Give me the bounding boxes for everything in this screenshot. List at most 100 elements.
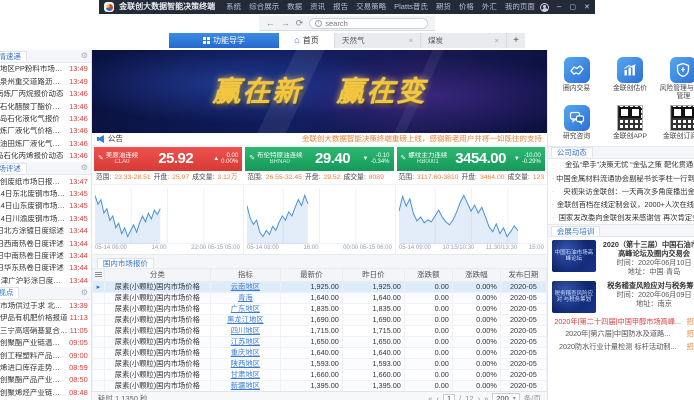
next-page-button[interactable]: › xyxy=(478,395,481,400)
news-list-item[interactable]: 青岛石化液化气报价 13:46 xyxy=(0,113,91,125)
news-list-item[interactable]: 5月14日川渝废钢市场快讯 13:45 xyxy=(0,212,91,224)
menu-item[interactable]: 报告 xyxy=(333,3,348,11)
close-button[interactable] xyxy=(584,3,590,12)
news-list-item[interactable]: 金联创工程塑料产品产业链... 09:00 xyxy=(0,349,91,361)
forward-icon[interactable]: → xyxy=(281,19,290,28)
first-page-button[interactable]: « xyxy=(428,395,432,400)
event-listing[interactable]: 2020年[第二十四届]中国甲醇市场高峰... 招商中 xyxy=(548,315,694,328)
table-row[interactable]: 尿素(小颗粒)国内市场价格 陕西地区 1,593.00 1,593.00 0.0… xyxy=(92,359,546,370)
news-list-item[interactable]: 5月14日东北废钢市场快讯 13:45 xyxy=(0,188,91,200)
table-row[interactable]: 尿素(小颗粒)国内市场价格 四川地区 1,715.00 1,715.00 0.0… xyxy=(92,326,546,337)
event-listing[interactable]: 2020防水行业计量检测 标杆活动制... 招商中 xyxy=(548,340,694,353)
company-news-item[interactable]: · 国家发改委向金联创发来感谢信 再次肯定金... xyxy=(548,211,694,224)
company-news-item[interactable]: · 央视采访金联创：一天两次多角度播出金... xyxy=(548,185,694,198)
news-list-item[interactable]: 14日中南热卷日度评述 13:44 xyxy=(0,249,91,261)
search-input[interactable] xyxy=(325,19,422,28)
cell-indicator-link[interactable]: 重庆地区 xyxy=(231,348,260,357)
event-card[interactable]: 中国石油市场高峰论坛 2020（第十三届）中国石油市场高峰论坛及圈内交易会 时间… xyxy=(548,237,694,278)
table-row[interactable]: 尿素(小颗粒)国内市场价格 江苏地区 1,650.00 1,650.00 0.0… xyxy=(92,337,546,348)
app-shortcut[interactable]: 研究咨询 xyxy=(551,105,602,141)
open-tab[interactable]: 天然气 × xyxy=(335,33,421,48)
section-tab[interactable]: 金视点 xyxy=(0,287,19,298)
news-list-item[interactable]: 胜利油田炼厂液化气行情动态 13:46 xyxy=(0,137,91,149)
page-size-select[interactable]: 200 xyxy=(492,393,520,400)
app-shortcut[interactable]: 金联创订阅号 xyxy=(658,105,694,141)
section-tab[interactable]: 市场评述 xyxy=(0,163,27,174)
cell-indicator-link[interactable]: 江苏地区 xyxy=(231,337,260,346)
table-row[interactable]: 尿素(小颗粒)国内市场价格 重庆地区 1,640.00 1,640.00 0.0… xyxy=(92,348,546,359)
tab-close-icon[interactable]: × xyxy=(495,37,499,45)
current-page-input[interactable]: 1 xyxy=(443,394,455,400)
cell-indicator-link[interactable]: 广东地区 xyxy=(231,304,260,313)
refresh-icon[interactable]: ⟳ xyxy=(296,19,304,28)
maximize-button[interactable] xyxy=(569,3,576,12)
news-list-item[interactable]: 14日西南热卷日度评述 13:44 xyxy=(0,237,91,249)
news-list-item[interactable]: 14日北方涂镀日度综述 13:44 xyxy=(0,225,91,237)
column-header[interactable]: 昨日价 xyxy=(342,269,404,282)
table-row[interactable]: 尿素(小颗粒)国内市场价格 广东地区 1,835.00 1,835.00 0.0… xyxy=(92,304,546,315)
table-row[interactable]: 尿素(小颗粒)国内市场价格 新疆地区 1,395.00 1,395.00 0.0… xyxy=(92,381,546,392)
app-shortcut[interactable]: 金联创估价 xyxy=(604,57,655,100)
menu-item[interactable]: 期货 xyxy=(436,3,451,11)
search-box[interactable]: i xyxy=(309,18,428,29)
company-news-item[interactable]: · 金弘“牵手”决策无忧 “金弘之策 靶化贯通... xyxy=(548,159,694,172)
open-tab[interactable]: 煤炭 × xyxy=(421,33,507,48)
app-shortcut[interactable]: 圈内交易 xyxy=(551,57,602,100)
table-row[interactable]: 尿素(小颗粒)国内市场价格 甘肃地区 1,660.00 1,660.00 0.0… xyxy=(92,370,546,381)
quote-card[interactable]: 美原油连续 CLA0 25.92 0.00 0.00% xyxy=(94,147,242,184)
last-page-button[interactable]: » xyxy=(484,395,488,400)
app-shortcut[interactable]: 金联创APP xyxy=(604,105,655,141)
company-news-item[interactable]: · 中国金属材料流通协会副秘书长李柱一行到访... xyxy=(548,172,694,185)
news-list-item[interactable]: 湖北三宁高塔硝基复合肥价格... 11:05 xyxy=(0,324,91,336)
news-list-item[interactable]: 济南炼厂丙烷报价动态 13:46 xyxy=(0,88,91,100)
menu-item[interactable]: 数据 xyxy=(287,3,302,11)
news-list-item[interactable]: 中化泉州重交道路沥青价格... 13:49 xyxy=(0,75,91,87)
column-header[interactable]: 最新价 xyxy=(280,269,342,282)
news-list-item[interactable]: 宁夏伊品有机肥价格报道 11:13 xyxy=(0,312,91,324)
tab-events-training[interactable]: 会展与培训 xyxy=(551,226,601,237)
news-list-item[interactable]: 苯乙烯进口库存走势解析 08:59 xyxy=(0,362,91,374)
event-listing[interactable]: 2020年[第六届]中国防水及道路... 招商中 xyxy=(548,328,694,341)
gear-icon[interactable]: ⚙ xyxy=(81,289,88,297)
cell-indicator-link[interactable]: 新疆地区 xyxy=(231,381,260,390)
menu-item[interactable]: 外汇 xyxy=(482,3,497,11)
menu-item[interactable]: Platts普氏 xyxy=(394,3,428,11)
table-row[interactable]: 尿素(小颗粒)国内市场价格 云南地区 1,925.00 1,925.00 0.0… xyxy=(92,282,546,293)
user-account-icon[interactable] xyxy=(540,3,549,12)
menu-column-header[interactable] xyxy=(92,269,104,282)
news-list-item[interactable]: 金联创聚烯烃产业链温度指数... 08:48 xyxy=(0,386,91,398)
section-tab[interactable]: 行情速递 xyxy=(0,51,27,62)
column-header[interactable]: 指标 xyxy=(210,269,280,282)
event-card[interactable]: 税务稽查风险应对 与税务筹划 税务稽查风险应对与税务筹划 时间：2020年06月… xyxy=(548,278,694,315)
news-list-item[interactable]: 济南炼厂液化气价格快报 13:46 xyxy=(0,125,91,137)
cell-indicator-link[interactable]: 黑龙江地区 xyxy=(227,315,263,324)
feature-guide-button[interactable]: 功能导学 xyxy=(169,33,279,48)
news-list-item[interactable]: 14日津广沪彩涂日度综述 13:44 xyxy=(0,274,91,286)
column-header[interactable]: 分类 xyxy=(104,269,210,282)
column-header[interactable]: 发布日期 xyxy=(500,269,546,282)
quote-card[interactable]: 布伦特原油连续 BRNA0 29.40 -0.10 -0.34% xyxy=(245,147,393,184)
prev-page-button[interactable]: ‹ xyxy=(436,395,439,400)
news-list-item[interactable]: 南京地区PP粉料市场行情 13:49 xyxy=(0,63,91,75)
column-header[interactable]: 涨跌幅 xyxy=(452,269,500,282)
news-list-item[interactable]: 14日华东热卷日度评述 13:44 xyxy=(0,262,91,274)
cell-indicator-link[interactable]: 甘肃地区 xyxy=(231,370,260,379)
menu-item[interactable]: 交易策略 xyxy=(356,3,386,11)
news-list-item[interactable]: LNG市场供过于求 北气已... 13:39 xyxy=(0,300,91,312)
gear-icon[interactable]: ⚙ xyxy=(81,52,88,60)
table-row[interactable]: 尿素(小颗粒)国内市场价格 青海 1,640.00 1,640.00 0.00 … xyxy=(92,293,546,304)
cell-indicator-link[interactable]: 云南地区 xyxy=(231,282,260,291)
minimize-button[interactable] xyxy=(557,3,561,11)
tab-close-icon[interactable]: × xyxy=(409,37,413,45)
company-news-item[interactable]: · 金联创首档在线定制会议，2000+人次在线观... xyxy=(548,198,694,211)
tab-company-news[interactable]: 公司动态 xyxy=(551,147,593,158)
news-list-item[interactable]: 5月14日山东废钢市场快讯 13:45 xyxy=(0,200,91,212)
quote-card[interactable]: 螺纹主力连续 RB0001 3454.00 -10.00 -0.29% xyxy=(397,147,545,184)
menu-item[interactable]: 我的页面 xyxy=(505,3,535,11)
news-list-item[interactable]: 金联创废纸市场日报（202... 13:47 xyxy=(0,175,91,187)
add-tab-button[interactable]: + xyxy=(507,33,525,48)
menu-item[interactable]: 系统 xyxy=(226,3,241,11)
app-shortcut[interactable]: 风险管理与资产管理 xyxy=(658,57,694,100)
tab-home[interactable]: ⌂ 首页 xyxy=(279,33,335,48)
column-header[interactable]: 涨跌额 xyxy=(404,269,452,282)
